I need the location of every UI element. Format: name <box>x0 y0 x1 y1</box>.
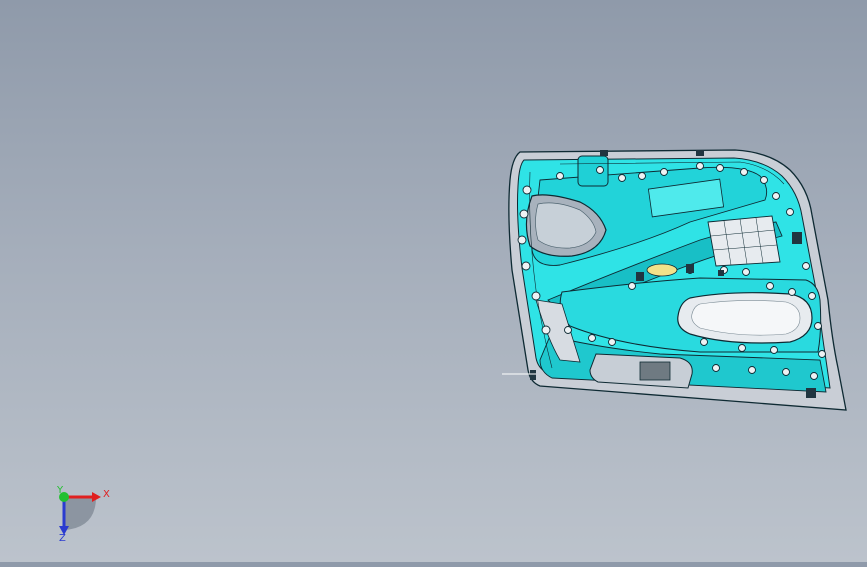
highlight-feature <box>646 263 678 277</box>
y-axis-label: Y <box>56 485 64 496</box>
cad-viewport[interactable]: X Y Z <box>0 0 867 562</box>
grid-pocket <box>707 215 781 267</box>
orientation-triad: X Y Z <box>56 485 110 544</box>
viewport-canvas[interactable]: X Y Z <box>0 0 867 562</box>
latch-mechanism <box>639 361 671 381</box>
triad-shadow <box>64 497 96 530</box>
pull-cup-inner <box>691 300 801 336</box>
door-trim-panel-model[interactable] <box>502 149 847 411</box>
x-axis-label: X <box>103 489 110 500</box>
x-axis-arrow <box>92 492 101 502</box>
z-axis-label: Z <box>59 533 66 544</box>
